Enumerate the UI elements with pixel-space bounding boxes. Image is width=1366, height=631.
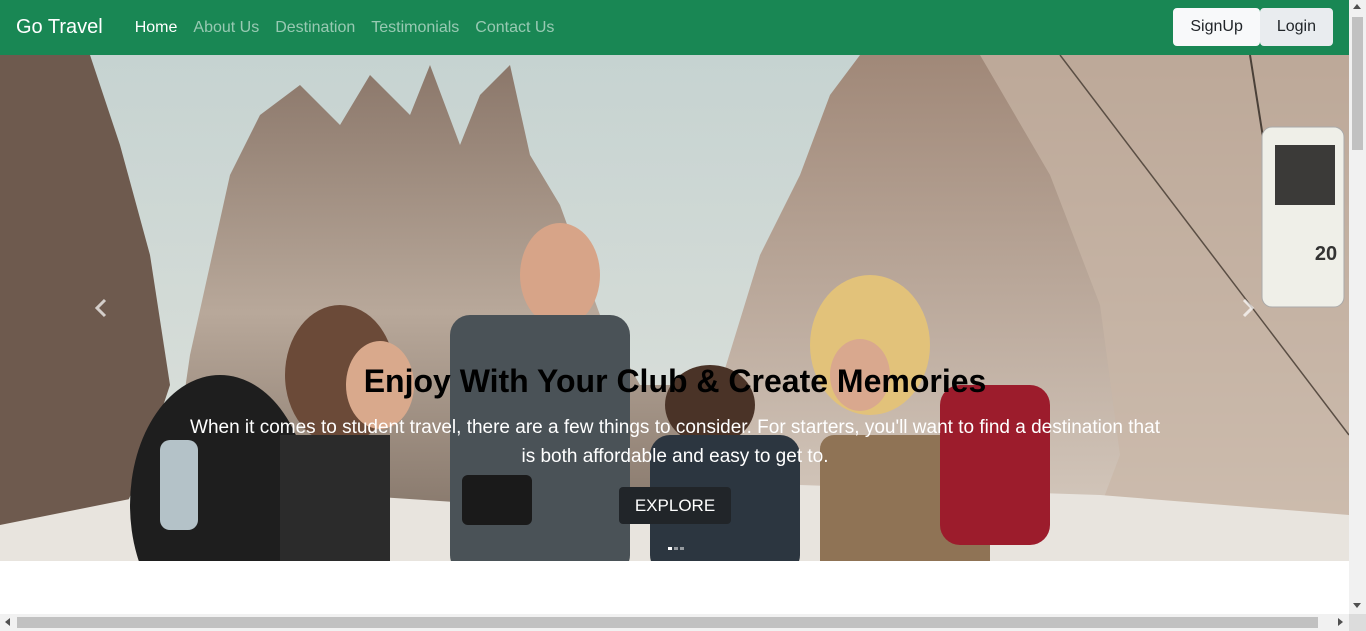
hero-carousel: 20 Enjoy With Your Club & Create Memorie… [0, 55, 1349, 561]
carousel-indicator[interactable] [674, 547, 678, 550]
nav-links: Home About Us Destination Testimonials C… [127, 19, 563, 37]
explore-button[interactable]: EXPLORE [618, 487, 732, 524]
navbar: Go Travel Home About Us Destination Test… [0, 0, 1349, 55]
scroll-left-icon[interactable] [5, 618, 10, 626]
nav-link-contact-us[interactable]: Contact Us [467, 19, 562, 37]
vertical-scrollbar[interactable] [1349, 0, 1366, 614]
auth-buttons: SignUp Login [1173, 8, 1333, 46]
horizontal-scroll-thumb[interactable] [17, 617, 1318, 628]
scroll-right-icon[interactable] [1338, 618, 1343, 626]
chevron-left-icon [94, 298, 107, 318]
scroll-down-icon[interactable] [1353, 603, 1361, 608]
hero-text: When it comes to student travel, there a… [190, 417, 1160, 467]
carousel-indicators [667, 547, 685, 550]
vertical-scroll-thumb[interactable] [1352, 17, 1363, 150]
carousel-indicator[interactable] [668, 547, 672, 550]
login-button[interactable]: Login [1259, 8, 1333, 46]
carousel-caption: Enjoy With Your Club & Create Memories W… [180, 361, 1170, 524]
scroll-up-icon[interactable] [1353, 4, 1361, 9]
nav-link-testimonials[interactable]: Testimonials [363, 19, 467, 37]
carousel-next-button[interactable] [1147, 55, 1349, 561]
chevron-right-icon [1242, 298, 1255, 318]
hero-heading: Enjoy With Your Club & Create Memories [363, 363, 987, 399]
carousel-prev-button[interactable] [0, 55, 202, 561]
nav-link-home[interactable]: Home [127, 19, 186, 37]
nav-link-about-us[interactable]: About Us [185, 19, 267, 37]
scrollbar-corner [1349, 614, 1366, 631]
signup-button[interactable]: SignUp [1173, 8, 1260, 46]
nav-link-destination[interactable]: Destination [267, 19, 363, 37]
horizontal-scrollbar[interactable] [0, 614, 1349, 631]
brand-logo[interactable]: Go Travel [16, 16, 103, 39]
carousel-indicator[interactable] [680, 547, 684, 550]
page: Go Travel Home About Us Destination Test… [0, 0, 1366, 631]
